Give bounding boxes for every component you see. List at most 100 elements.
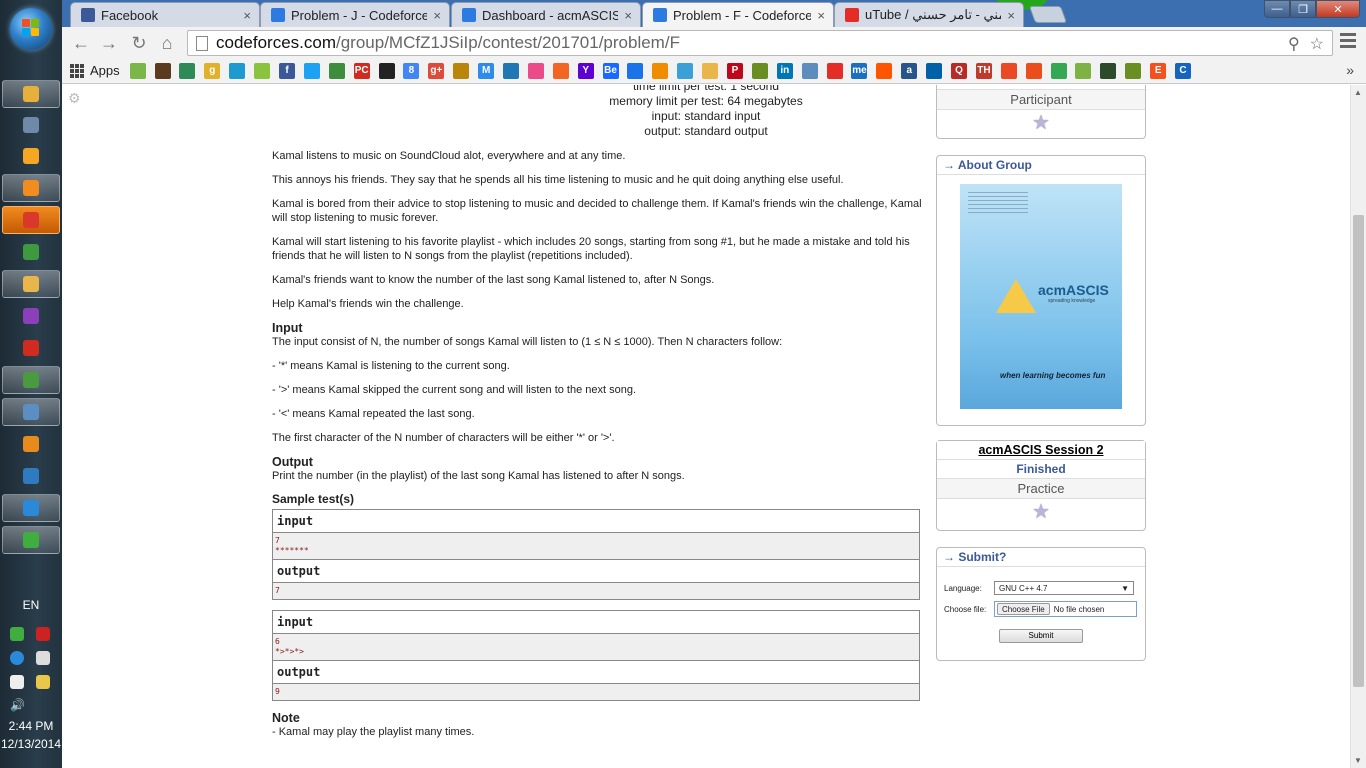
browser-tab[interactable]: Problem - J - Codeforces × [260, 2, 450, 27]
volume-icon[interactable]: 🔊 [10, 698, 25, 712]
tab-close-icon[interactable]: × [433, 8, 441, 23]
tab-close-icon[interactable]: × [243, 8, 251, 23]
scroll-up-icon[interactable]: ▲ [1354, 88, 1362, 97]
taskbar-control-panel[interactable] [2, 398, 60, 426]
submit-button[interactable]: Submit [999, 629, 1083, 643]
taskbar-pdf-reader[interactable] [2, 334, 60, 362]
taskbar-chrome[interactable] [2, 366, 60, 394]
bookmark-35-icon[interactable]: TH [975, 62, 992, 79]
bookmark-40-icon[interactable] [1100, 62, 1117, 79]
bookmark-43-icon[interactable]: C [1175, 62, 1192, 79]
bookmark-22-icon[interactable] [652, 62, 669, 79]
bookmark-26-icon[interactable] [751, 62, 768, 79]
bookmark-38-icon[interactable] [1050, 62, 1067, 79]
sample-output[interactable]: 9 [273, 684, 919, 700]
bookmark-33-icon[interactable] [926, 62, 943, 79]
taskbar-file-manager[interactable] [2, 270, 60, 298]
reload-icon[interactable]: ↻ [128, 32, 150, 54]
bookmark-24-icon[interactable] [702, 62, 719, 79]
dribbble-icon[interactable] [527, 62, 544, 79]
tab-close-icon[interactable]: × [817, 8, 825, 23]
bookmark-42-icon[interactable]: E [1150, 62, 1167, 79]
twitter-icon[interactable] [303, 62, 320, 79]
bookmark-6-icon[interactable] [254, 62, 271, 79]
back-arrow-icon[interactable]: ← [70, 32, 92, 54]
minimize-button[interactable]: — [1264, 0, 1290, 18]
bookmark-30-icon[interactable]: me [851, 62, 868, 79]
browser-tab[interactable]: uTube / اطمني - تامر حسني × [834, 2, 1024, 27]
bookmark-37-icon[interactable] [1025, 62, 1042, 79]
browser-tab[interactable]: Dashboard - acmASCIS Se × [451, 2, 641, 27]
bookmark-41-icon[interactable] [1125, 62, 1142, 79]
chrome-menu-icon[interactable] [1340, 33, 1356, 49]
maximize-button[interactable]: ❐ [1290, 0, 1316, 18]
taskbar-media-player[interactable] [2, 142, 60, 170]
taskbar-visual-studio[interactable] [2, 302, 60, 330]
google-plus-icon[interactable]: g+ [428, 62, 445, 79]
about-group-caption[interactable]: → About Group [937, 156, 1145, 175]
sample-input[interactable]: 6 *>*>*> [273, 634, 919, 661]
star-icon[interactable]: ★ [1032, 501, 1050, 523]
star-icon[interactable]: ★ [1032, 112, 1050, 134]
taskbar-video-player[interactable] [2, 174, 60, 202]
bookmark-28-icon[interactable] [801, 62, 818, 79]
browser-tab[interactable]: Problem - F - Codeforces × [642, 2, 834, 27]
stumbleupon-icon[interactable] [1000, 62, 1017, 79]
address-bar[interactable]: codeforces.com/group/MCfZ1JSiIp/contest/… [187, 30, 1333, 56]
security-shield-icon[interactable] [36, 627, 50, 641]
bookmark-4-icon[interactable]: g [204, 62, 221, 79]
apps-grid-icon[interactable] [70, 63, 84, 78]
taskbar-spreadsheet[interactable] [2, 238, 60, 266]
bookmark-5-icon[interactable] [229, 62, 246, 79]
power-icon[interactable] [10, 675, 24, 689]
behance-icon[interactable]: Be [602, 62, 619, 79]
bookmark-15-icon[interactable]: M [478, 62, 495, 79]
clock-date[interactable]: 12/13/2014 [0, 737, 62, 751]
chart-icon[interactable] [627, 62, 644, 79]
taskbar-app-orange[interactable] [2, 206, 60, 234]
bookmark-23-icon[interactable] [677, 62, 694, 79]
network-icon[interactable] [10, 627, 24, 641]
home-icon[interactable]: ⌂ [156, 32, 178, 54]
forward-arrow-icon[interactable]: → [98, 32, 120, 54]
bookmark-16-icon[interactable] [503, 62, 519, 79]
bookmark-3-icon[interactable] [179, 62, 196, 79]
apps-link[interactable]: Apps [90, 63, 120, 78]
sample-input[interactable]: 7 ******* [273, 533, 919, 560]
more-bookmarks-icon[interactable]: » [1346, 62, 1354, 78]
language-select[interactable]: GNU C++ 4.7 ▼ [994, 581, 1134, 595]
choose-file-button[interactable]: Choose File [997, 603, 1050, 615]
bookmark-18-icon[interactable] [552, 62, 569, 79]
close-window-button[interactable]: ✕ [1316, 0, 1360, 18]
bookmark-1-icon[interactable] [129, 62, 146, 79]
clock-time[interactable]: 2:44 PM [0, 719, 62, 733]
browser-tab[interactable]: Facebook × [70, 2, 260, 27]
start-button[interactable] [10, 8, 52, 50]
quora-icon[interactable]: Q [951, 62, 968, 79]
battery-icon[interactable] [36, 675, 50, 689]
page-scrollbar[interactable]: ▲ ▼ [1350, 85, 1366, 768]
file-input[interactable]: Choose File No file chosen [994, 601, 1137, 617]
taskbar-wifi-app[interactable] [2, 526, 60, 554]
pinterest-icon[interactable]: P [727, 62, 744, 79]
scrollbar-thumb[interactable] [1353, 215, 1364, 687]
pc-icon[interactable]: PC [353, 62, 370, 79]
taskbar-speed-app[interactable] [2, 494, 60, 522]
facebook-icon[interactable]: f [278, 62, 295, 79]
new-tab-button[interactable] [1028, 6, 1068, 23]
session-title-link[interactable]: acmASCIS Session 2 [937, 441, 1145, 460]
yahoo-icon[interactable]: Y [577, 62, 594, 79]
speed-icon[interactable] [10, 651, 24, 665]
group-poster[interactable]: acmASCIS spreading knowledge when learni… [960, 184, 1122, 409]
bookmark-star-icon[interactable]: ☆ [1310, 34, 1324, 54]
taskbar-illustrator[interactable] [2, 430, 60, 458]
language-indicator[interactable]: EN [0, 598, 62, 612]
bookmark-9-icon[interactable] [328, 62, 345, 79]
bookmark-14-icon[interactable] [453, 62, 470, 79]
soundcloud-icon[interactable] [876, 62, 893, 79]
google-icon[interactable]: 8 [403, 62, 420, 79]
taskbar-photoshop[interactable] [2, 462, 60, 490]
scroll-down-icon[interactable]: ▼ [1354, 756, 1362, 765]
taskbar-document[interactable] [2, 111, 60, 139]
tab-close-icon[interactable]: × [624, 8, 632, 23]
